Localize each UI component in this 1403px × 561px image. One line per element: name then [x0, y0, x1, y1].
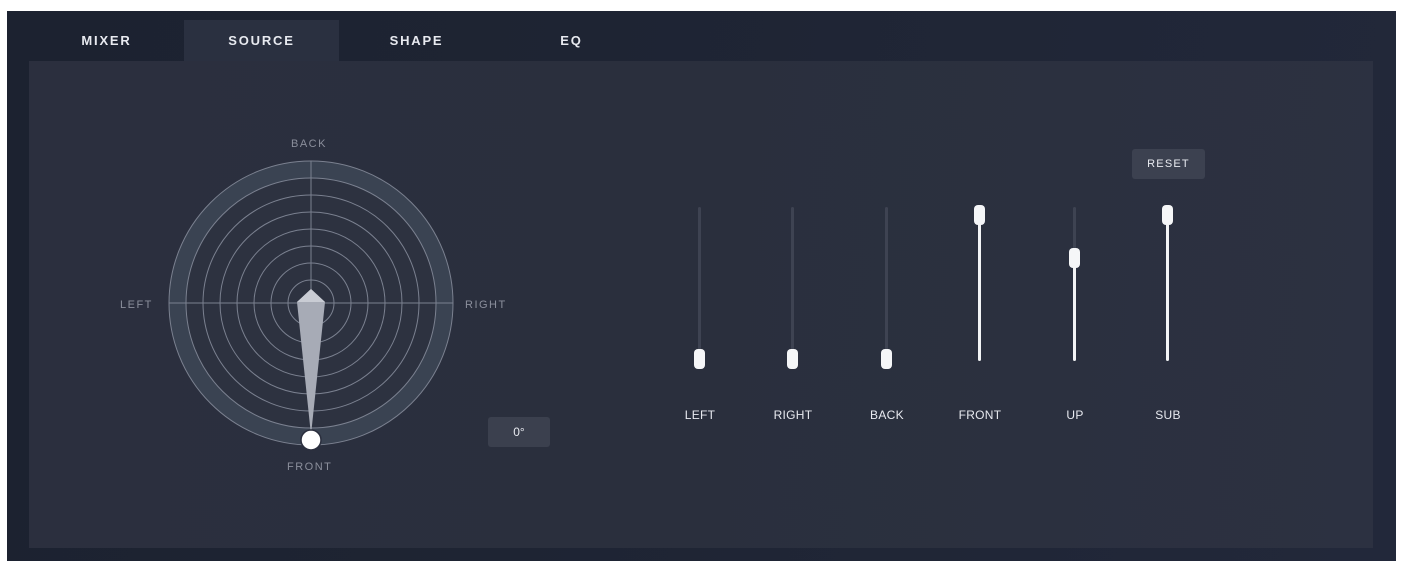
slider-right[interactable] [778, 199, 808, 371]
reset-button[interactable]: RESET [1132, 149, 1205, 179]
slider-track [885, 207, 888, 361]
slider-sub[interactable] [1153, 199, 1183, 371]
app-frame: MIXER SOURCE SHAPE EQ BACK LEFT RIGHT FR… [7, 11, 1396, 561]
tab-source[interactable]: SOURCE [184, 20, 339, 61]
slider-fill [1166, 215, 1169, 361]
tab-bar: MIXER SOURCE SHAPE EQ [7, 11, 707, 61]
slider-up[interactable] [1060, 199, 1090, 371]
slider-thumb[interactable] [974, 205, 985, 225]
tab-eq[interactable]: EQ [494, 20, 649, 61]
slider-thumb[interactable] [694, 349, 705, 369]
slider-label-sub: SUB [1155, 408, 1181, 422]
tab-shape[interactable]: SHAPE [339, 20, 494, 61]
tab-mixer[interactable]: MIXER [29, 20, 184, 61]
slider-track [698, 207, 701, 361]
slider-track [791, 207, 794, 361]
slider-thumb[interactable] [1069, 248, 1080, 269]
label-front: FRONT [287, 461, 333, 473]
slider-label-up: UP [1066, 408, 1084, 422]
direction-handle[interactable] [300, 429, 322, 451]
slider-label-front: FRONT [958, 408, 1002, 422]
slider-back[interactable] [872, 199, 902, 371]
slider-label-left: LEFT [684, 408, 716, 422]
slider-thumb[interactable] [1162, 205, 1173, 225]
slider-label-right: RIGHT [773, 408, 813, 422]
slider-fill [1073, 258, 1076, 361]
slider-left[interactable] [685, 199, 715, 371]
slider-label-back: BACK [870, 408, 904, 422]
slider-fill [978, 215, 981, 361]
slider-thumb[interactable] [787, 349, 798, 369]
label-back: BACK [291, 138, 327, 150]
label-right: RIGHT [465, 299, 507, 311]
angle-readout[interactable]: 0° [488, 417, 550, 447]
slider-thumb[interactable] [881, 349, 892, 369]
source-panel: BACK LEFT RIGHT FRONT 0° RESET LEFT RIGH… [29, 61, 1373, 548]
slider-front[interactable] [965, 199, 995, 371]
label-left: LEFT [120, 299, 153, 311]
direction-radar[interactable] [164, 156, 464, 456]
